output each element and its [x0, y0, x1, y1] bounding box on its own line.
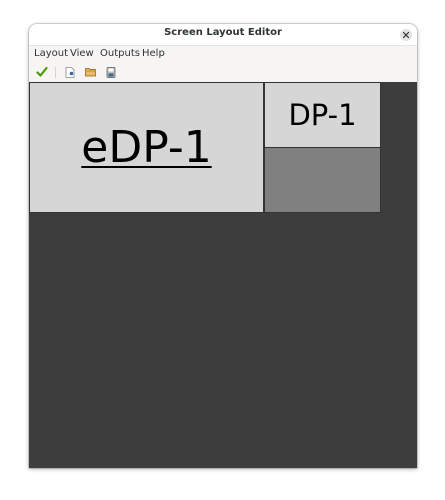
- close-icon: [403, 32, 409, 38]
- new-layout-button[interactable]: [63, 65, 77, 79]
- output-dp-1[interactable]: DP-1: [264, 82, 381, 148]
- toolbar-separator: [55, 67, 56, 78]
- menu-bar: Layout View Outputs Help: [29, 46, 417, 63]
- save-layout-button[interactable]: [104, 65, 118, 79]
- dp-1-extra-area: [264, 148, 381, 213]
- window-title: Screen Layout Editor: [164, 27, 282, 38]
- open-layout-button[interactable]: [83, 65, 97, 79]
- close-button[interactable]: [400, 29, 412, 41]
- output-edp-1[interactable]: eDP-1: [29, 82, 264, 213]
- open-folder-icon: [84, 68, 96, 77]
- menu-help[interactable]: Help: [142, 48, 165, 59]
- save-disk-icon: [106, 66, 116, 78]
- new-document-icon: [65, 66, 75, 78]
- menu-view[interactable]: View: [70, 48, 94, 59]
- menu-outputs[interactable]: Outputs: [100, 48, 140, 59]
- toolbar: [29, 63, 417, 83]
- output-dp-1-label: DP-1: [288, 98, 357, 132]
- checkmark-icon: [36, 66, 48, 77]
- output-edp-1-label: eDP-1: [81, 122, 212, 173]
- title-bar[interactable]: Screen Layout Editor: [29, 24, 417, 46]
- apply-button[interactable]: [35, 65, 49, 79]
- screen-layout-editor-window: Screen Layout Editor Layout View Outputs…: [29, 24, 417, 468]
- layout-canvas[interactable]: eDP-1 DP-1: [29, 82, 417, 468]
- menu-layout[interactable]: Layout: [34, 48, 68, 59]
